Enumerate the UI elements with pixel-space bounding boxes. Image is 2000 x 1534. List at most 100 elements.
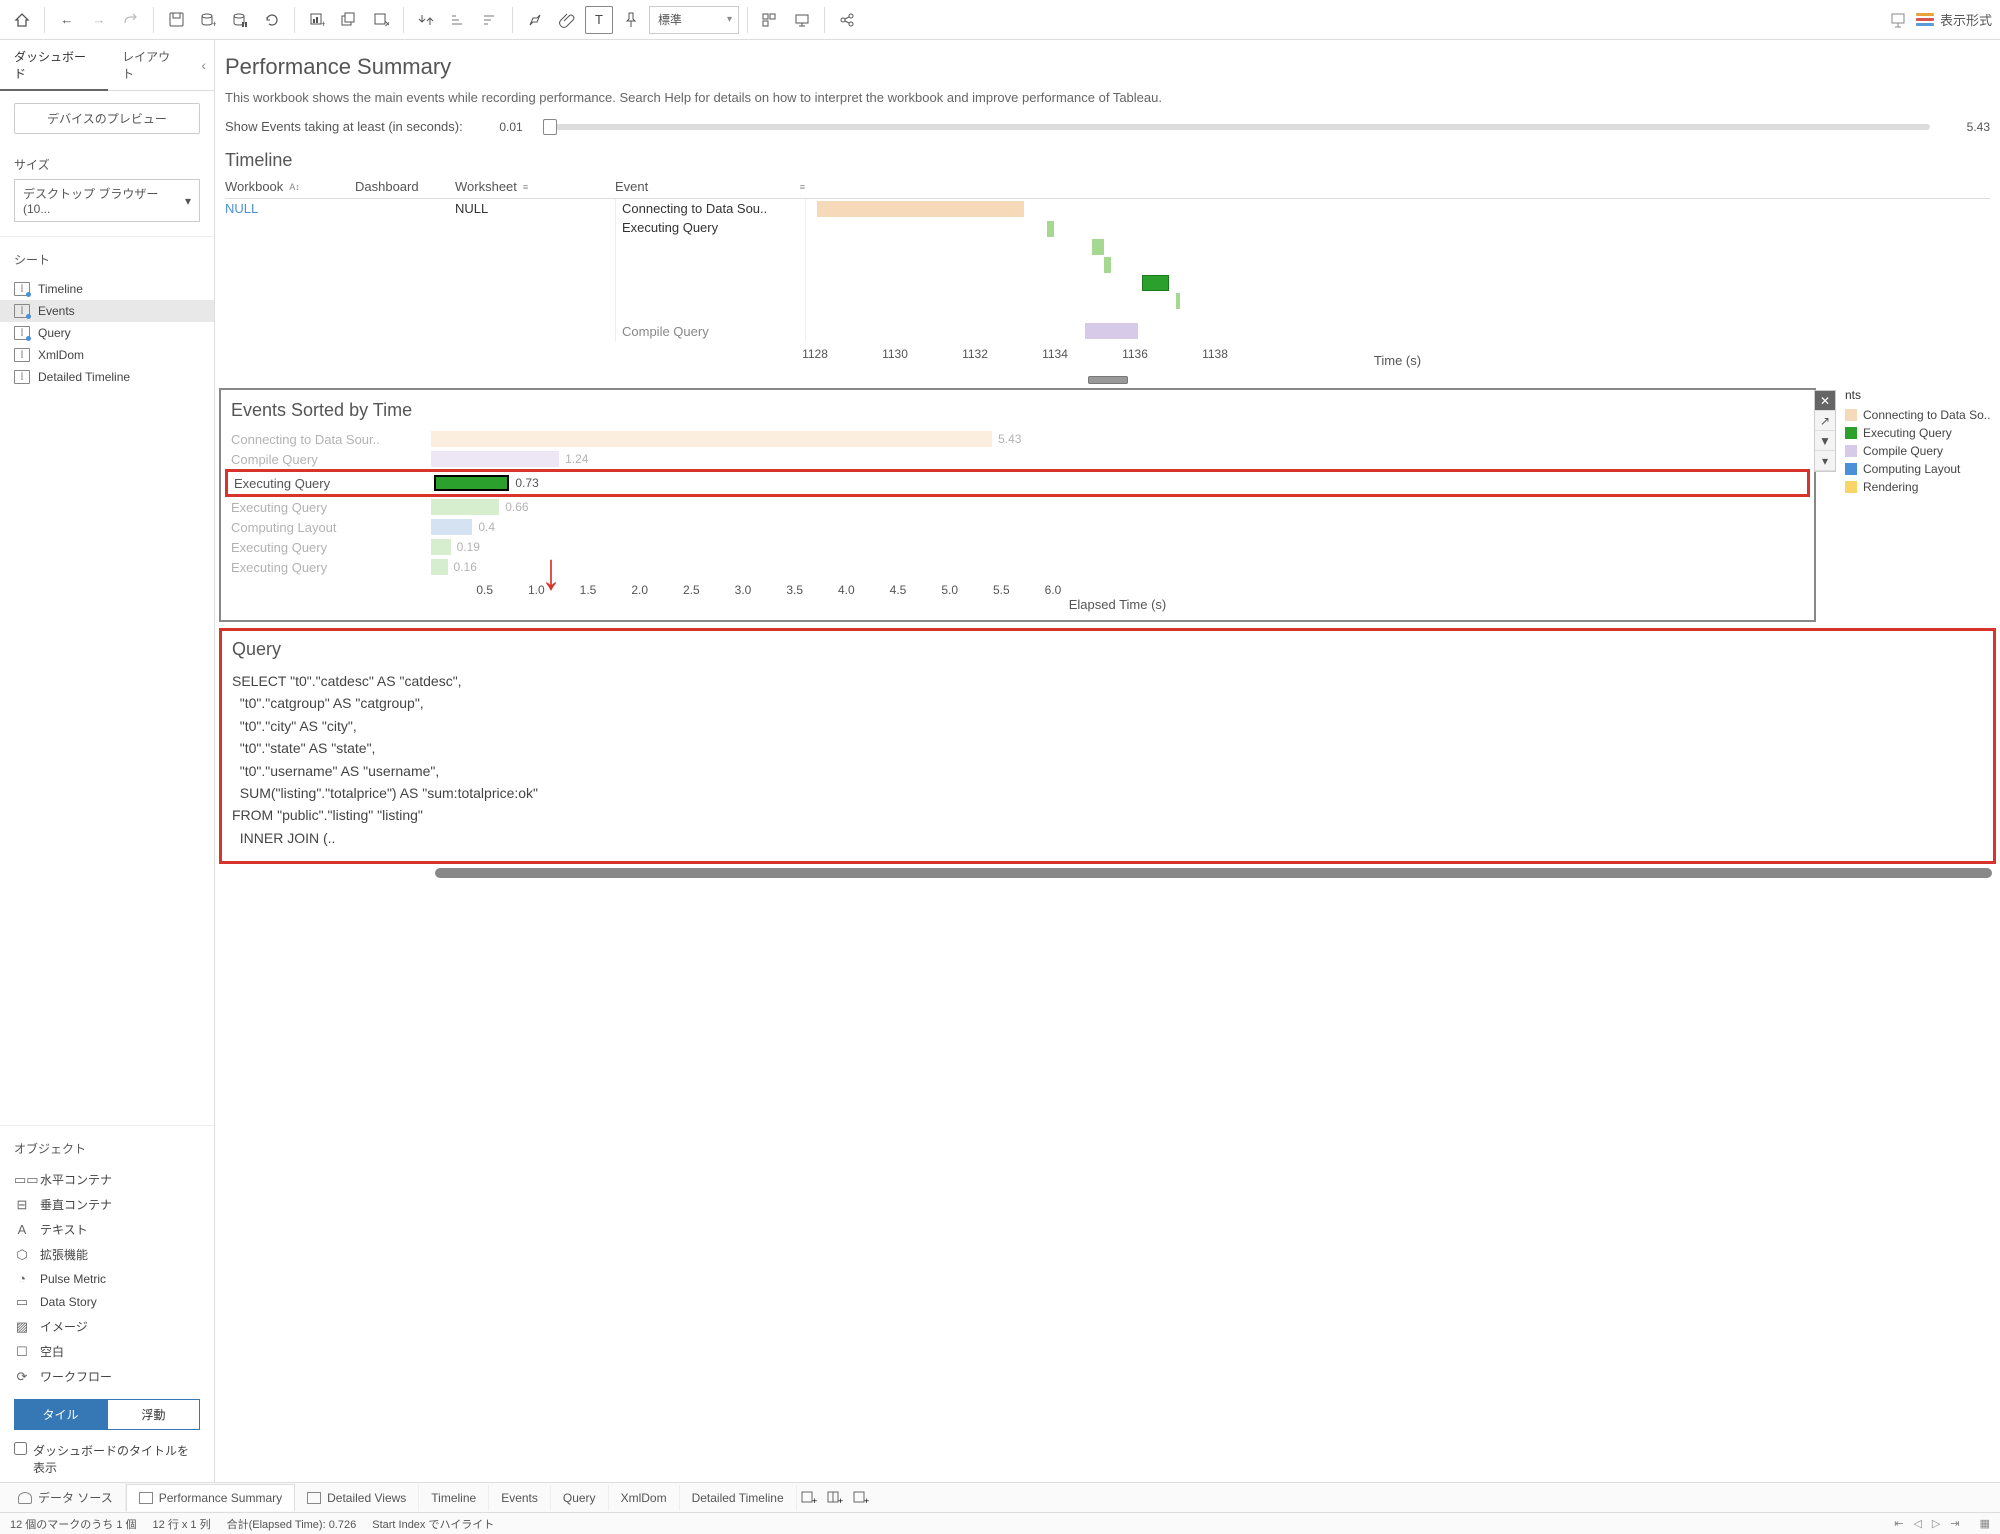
tab-timeline[interactable]: Timeline [419,1485,489,1511]
highlight-icon[interactable] [521,6,549,34]
object-item[interactable]: ▭Data Story [0,1290,214,1314]
object-item[interactable]: Aテキスト [0,1217,214,1242]
timeline-sheet[interactable]: WorkbookA↕ Dashboard Worksheet≡ Event≡ N… [215,179,2000,384]
tab-detailed-views[interactable]: Detailed Views [295,1485,419,1511]
refresh-datasource-icon[interactable] [258,6,286,34]
legend-item[interactable]: Connecting to Data So.. [1845,406,2000,424]
event-row[interactable]: Executing Query0.19 [221,537,1814,557]
new-worksheet-icon[interactable]: + [303,6,331,34]
collapse-sidebar-icon[interactable]: ‹ [193,57,214,73]
new-worksheet-tab-icon[interactable]: + [797,1487,823,1509]
event-row[interactable]: Executing Query0.66 [221,497,1814,517]
horizontal-scrollbar[interactable] [435,868,1992,878]
filter-icon[interactable]: ▼ [1815,431,1835,451]
object-item[interactable]: ▨イメージ [0,1314,214,1339]
menu-icon[interactable]: ▾ [1815,451,1835,471]
clear-icon[interactable]: ✕ [367,6,395,34]
pause-icon[interactable] [226,6,254,34]
show-me-button[interactable]: 表示形式 [1916,10,1992,29]
sheet-detailed-timeline[interactable]: ⫿Detailed Timeline [0,366,214,388]
sort-icon[interactable]: ≡ [800,182,805,192]
tab-dashboard[interactable]: ダッシュボード [0,40,108,90]
timeline-bar[interactable] [1176,293,1180,309]
timeline-bar[interactable] [817,201,1023,217]
size-dropdown[interactable]: デスクトップ ブラウザー (10...▾ [14,179,200,222]
event-row[interactable]: Computing Layout0.4 [221,517,1814,537]
query-sheet[interactable]: Query SELECT "t0"."catdesc" AS "catdesc"… [219,628,1996,864]
event-row[interactable]: Executing Query0.16 [221,557,1814,577]
revert-icon[interactable] [117,6,145,34]
sheet-xmldom[interactable]: ⫿XmlDom [0,344,214,366]
legend-item[interactable]: Rendering [1845,478,2000,496]
first-icon[interactable]: ⇤ [1894,1517,1903,1530]
tab-detailed-timeline[interactable]: Detailed Timeline [680,1485,797,1511]
show-title-check[interactable] [14,1442,27,1455]
tab-perf-summary[interactable]: Performance Summary [126,1484,295,1511]
tile-button[interactable]: タイル [14,1399,107,1430]
event-bar[interactable] [431,431,992,447]
float-button[interactable]: 浮動 [107,1399,200,1430]
share-icon[interactable] [833,6,861,34]
pin-icon[interactable] [617,6,645,34]
last-icon[interactable]: ⇥ [1950,1517,1959,1530]
timeline-bar[interactable] [1104,257,1112,273]
object-item[interactable]: ◔Pulse Metric [0,1267,214,1290]
event-bar[interactable] [431,519,472,535]
tab-layout[interactable]: レイアウト [108,40,193,90]
fit-dropdown[interactable]: 標準 [649,6,739,34]
event-bar[interactable] [434,475,509,491]
sheet-events[interactable]: ⫿Events [0,300,214,322]
event-row[interactable]: Connecting to Data Sour..5.43 [221,429,1814,449]
legend-item[interactable]: Executing Query [1845,424,2000,442]
legend-item[interactable]: Computing Layout [1845,460,2000,478]
device-preview-button[interactable]: デバイスのプレビュー [14,103,200,134]
object-item[interactable]: ☐空白 [0,1339,214,1364]
event-bar[interactable] [431,559,448,575]
event-row[interactable]: Executing Query0.73 [225,469,1810,497]
tab-list-icon[interactable]: ▦ [1980,1517,1990,1530]
show-title-checkbox[interactable]: ダッシュボードのタイトルを表示 [0,1436,214,1482]
sort-icon[interactable]: ≡ [523,182,528,192]
duplicate-icon[interactable] [335,6,363,34]
object-item[interactable]: ▭▭水平コンテナ [0,1167,214,1192]
event-bar[interactable] [431,539,451,555]
event-row[interactable]: Compile Query1.24 [221,449,1814,469]
back-icon[interactable]: ← [53,6,81,34]
time-slider[interactable] [543,124,1930,130]
timeline-bar[interactable] [1092,239,1103,255]
slider-thumb[interactable] [543,119,557,135]
new-datasource-icon[interactable]: + [194,6,222,34]
sort-icon[interactable]: A↕ [289,182,300,192]
tab-datasource[interactable]: データ ソース [6,1483,126,1512]
sort-asc-icon[interactable] [444,6,472,34]
sort-desc-icon[interactable] [476,6,504,34]
timeline-chart[interactable] [805,199,1990,341]
event-bar[interactable] [431,499,499,515]
close-icon[interactable]: ✕ [1815,391,1835,411]
object-item[interactable]: ⊟垂直コンテナ [0,1192,214,1217]
save-icon[interactable] [162,6,190,34]
next-icon[interactable]: ▷ [1932,1517,1940,1530]
text-tool-icon[interactable]: T [585,6,613,34]
prev-icon[interactable]: ◁ [1913,1517,1921,1530]
guide-icon[interactable] [1884,6,1912,34]
new-dashboard-tab-icon[interactable]: + [823,1487,849,1509]
tab-query[interactable]: Query [551,1485,609,1511]
events-sheet[interactable]: Events Sorted by Time Connecting to Data… [219,388,1816,622]
presentation-icon[interactable] [788,6,816,34]
swap-icon[interactable] [412,6,440,34]
tab-xmldom[interactable]: XmlDom [609,1485,680,1511]
new-story-tab-icon[interactable]: + [849,1487,875,1509]
sheet-timeline[interactable]: ⫿Timeline [0,278,214,300]
resize-handle[interactable] [1088,376,1128,384]
legend-item[interactable]: Compile Query [1845,442,2000,460]
sheet-query[interactable]: ⫿Query [0,322,214,344]
home-icon[interactable] [8,6,36,34]
event-bar[interactable] [431,451,559,467]
object-item[interactable]: ⟳ワークフロー [0,1364,214,1389]
timeline-bar[interactable] [1142,275,1169,291]
timeline-bar[interactable] [1085,323,1138,339]
timeline-bar[interactable] [1047,221,1055,237]
forward-icon[interactable]: → [85,6,113,34]
cards-icon[interactable] [756,6,784,34]
